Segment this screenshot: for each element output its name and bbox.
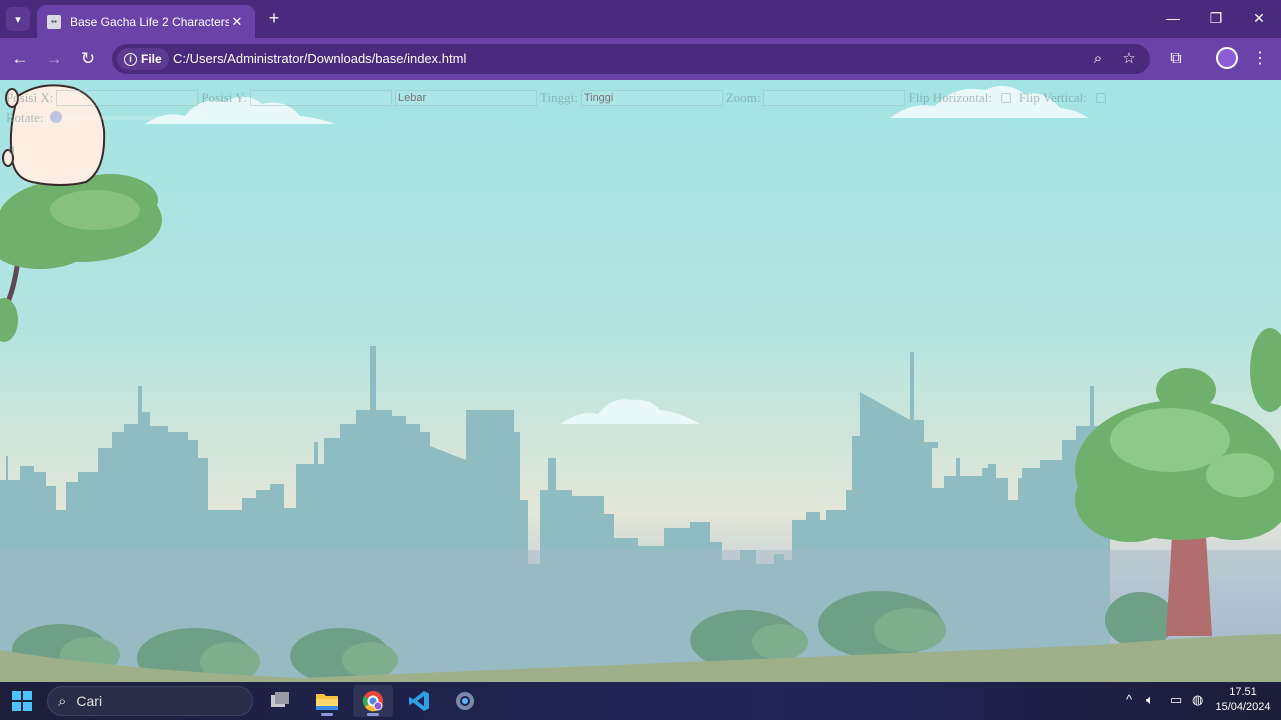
close-tab-icon[interactable]: ✕ (229, 14, 245, 30)
flip-vertical-checkbox[interactable] (1095, 93, 1106, 103)
url-text[interactable]: C:/Users/Administrator/Downloads/base/in… (173, 51, 466, 66)
restore-icon[interactable]: ❐ (1204, 8, 1228, 28)
posisi-y-input[interactable] (249, 90, 392, 106)
reload-icon[interactable]: ↻ (76, 47, 100, 71)
close-window-icon[interactable]: ✕ (1247, 8, 1271, 28)
site-info-chip[interactable]: i File (117, 48, 169, 70)
clouds (145, 85, 1088, 424)
rotate-value: 0 (8, 142, 15, 157)
profile-avatar[interactable] (1216, 47, 1238, 69)
extensions-puzzle-icon[interactable]: ⧉ (1164, 47, 1188, 71)
back-arrow-icon[interactable]: ← (8, 47, 32, 71)
tray-overflow-chevron-icon[interactable]: ^ (1126, 692, 1132, 707)
info-icon: i (124, 52, 137, 66)
chrome-icon[interactable] (353, 685, 393, 717)
browser-tab-active[interactable]: ▪▪ Base Gacha Life 2 Characters ✕ (37, 5, 255, 38)
file-explorer-icon[interactable] (307, 685, 347, 717)
bookmark-star-icon[interactable]: ☆ (1119, 49, 1139, 69)
battery-icon[interactable]: ▭ (1170, 692, 1182, 708)
taskbar-search[interactable]: ⌕ Cari (47, 686, 253, 716)
task-view-icon[interactable] (260, 685, 300, 717)
clock-time: 17.51 (1229, 686, 1257, 698)
zoom-icon[interactable]: ⌕ (1088, 49, 1108, 69)
taskbar: ⌕ Cari ^ 🔈︎ ▭ ◍ 17.51 15/04/2024 (0, 682, 1281, 720)
taskbar-clock[interactable]: 17.51 15/04/2024 (1212, 685, 1274, 715)
tab-title: Base Gacha Life 2 Characters (70, 14, 229, 29)
vscode-icon[interactable] (399, 685, 439, 717)
rotate-slider-thumb[interactable] (49, 111, 62, 123)
clock-date: 15/04/2024 (1215, 701, 1271, 713)
windows-start-icon[interactable] (12, 691, 32, 711)
flip-horizontal-checkbox[interactable] (1000, 93, 1011, 103)
search-icon: ⌕ (58, 692, 67, 710)
left-tree-highlight (50, 190, 140, 230)
settings-icon[interactable] (445, 685, 485, 717)
menu-kebab-icon[interactable]: ⋮ (1248, 47, 1272, 71)
network-globe-icon[interactable]: ◍ (1192, 692, 1203, 708)
lebar-input[interactable] (394, 90, 537, 106)
page-favicon-icon: ▪▪ (47, 14, 61, 29)
flip-vertical-label: Flip Vertical: (1018, 90, 1087, 105)
minimize-icon[interactable]: — (1161, 8, 1185, 28)
tinggi-input[interactable] (580, 90, 723, 106)
running-indicator (321, 713, 333, 716)
rotate-label: Rotate: (6, 110, 44, 125)
posisi-x-label: Posisi X: (6, 90, 54, 105)
forward-arrow-icon[interactable]: → (42, 47, 66, 71)
rotate-slider[interactable] (49, 111, 208, 123)
address-bar[interactable]: i File C:/Users/Administrator/Downloads/… (112, 44, 1150, 74)
park-city-background (0, 85, 1281, 682)
posisi-x-input[interactable] (56, 90, 199, 106)
taskbar-search-label: Cari (76, 693, 103, 709)
tab-search-chevron-icon[interactable]: ▾ (6, 7, 30, 31)
browser-toolbar: ← → ↻ i File C:/Users/Administrator/Down… (0, 38, 1281, 80)
posisi-y-label: Posisi Y: (201, 90, 247, 105)
running-indicator (367, 713, 379, 716)
tinggi-label: Tinggi: (539, 90, 578, 105)
new-tab-icon[interactable]: + (264, 8, 284, 28)
cloud-center (560, 399, 700, 424)
page-viewport: Posisi X: Posisi Y: Tinggi: Zoom: Flip H… (0, 80, 1281, 682)
browser-tab-bar: ▾ ▪▪ Base Gacha Life 2 Characters ✕ + — … (0, 0, 1281, 38)
zoom-input[interactable] (763, 90, 906, 106)
zoom-label: Zoom: (725, 90, 761, 105)
volume-icon[interactable]: 🔈︎ (1146, 692, 1154, 708)
site-chip-label: File (141, 52, 162, 66)
flip-horizontal-label: Flip Horizontal: (908, 90, 992, 105)
